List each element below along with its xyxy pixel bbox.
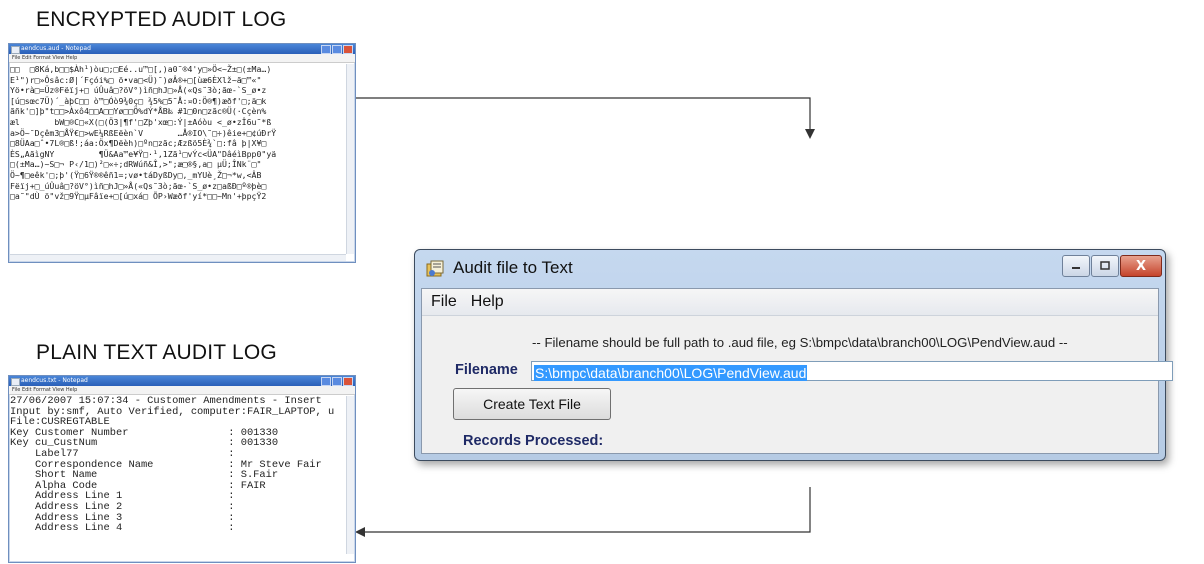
notepad-icon bbox=[11, 378, 20, 386]
text-line: Ö~¶□eêk'□;þ'(Ÿ□6Ÿ®®êñ1=;vø•táDyßDy□,_mYU… bbox=[10, 169, 262, 180]
text-line: Address Line 2 : bbox=[10, 500, 235, 513]
filename-input[interactable]: S:\bmpc\data\branch00\LOG\PendView.aud bbox=[531, 361, 1173, 381]
arrow-encrypted-to-dialog bbox=[354, 97, 811, 130]
arrow-head-left bbox=[355, 527, 365, 537]
notepad-icon bbox=[11, 46, 20, 54]
dialog-menubar: File Help bbox=[422, 289, 1158, 316]
minimize-icon[interactable] bbox=[321, 45, 331, 54]
encrypted-notepad-window: aendcus.aud - Notepad File Edit Format V… bbox=[8, 43, 356, 263]
minimize-icon bbox=[1072, 267, 1080, 269]
vertical-scrollbar[interactable] bbox=[346, 64, 354, 254]
text-line: □8ÜAa□ˆ•7L®□ß!;áa:Öx¶Dëèh)□ºn□zãc;Æzßö5È… bbox=[10, 138, 267, 149]
text-line: ÈS„AãìgNY ¶Ü&Aa™e¥Ÿ□·¹,1Zã¹□vÝc<ÜA"DâéìB… bbox=[10, 148, 277, 159]
arrow-head-down bbox=[805, 129, 815, 139]
notepad-title: aendcus.aud - Notepad bbox=[21, 45, 91, 52]
dialog-titlebar[interactable]: Audit file to Text X bbox=[415, 250, 1165, 288]
text-line: Yö•rà□=Üz®Fëïj+□ úÛuâ□?öV°)ìñ□hJ□»Å(«Qs˜… bbox=[10, 85, 267, 96]
text-line: ãñk'□]þ"t□□>Àxô4□□A□□Yø□□Ö%dÝ*ÅB‰ #1□0n□… bbox=[10, 106, 267, 117]
text-line: □□ □8Ká‚b□□$Àh¹)òu□;□Eé..u™□[‚)a0˜®4'y□»… bbox=[10, 64, 272, 74]
notepad-menubar[interactable]: File Edit Format View Help bbox=[9, 54, 355, 63]
text-line: Fëïj+□_úÛuâ□?öV°)ìñ□hJ□»Å(«Qs˜3ò;ãœ-`S_ø… bbox=[10, 180, 267, 191]
maximize-icon bbox=[1100, 261, 1110, 270]
text-line: Address Line 4 : bbox=[10, 522, 235, 535]
text-line: □a˜"dÙ ö"vž□9Ÿ□µFâïe+□[ú□xá□ ÕP›Wæðf'yí*… bbox=[10, 191, 267, 202]
text-line: Label77 : bbox=[10, 447, 235, 460]
text-line: a>Ö~¯Dçêm3□ÅŸ€□>wE¼RßEëèn`V …Å®IO\˜□÷)êi… bbox=[10, 127, 277, 138]
close-icon[interactable] bbox=[343, 377, 353, 386]
text-line: E¹")r□»Ôsâc:Ø|´Fçói%□ ö•va□<Ü)¯)øÂ®+□[ùæ… bbox=[10, 74, 262, 85]
arrow-dialog-to-plain bbox=[364, 487, 811, 533]
notepad-menubar[interactable]: File Edit Format View Help bbox=[9, 386, 355, 395]
audit-dialog-window: Audit file to Text X File Help -- Filena… bbox=[414, 249, 1173, 461]
close-icon: X bbox=[1135, 258, 1147, 274]
close-icon[interactable] bbox=[343, 45, 353, 54]
text-line: 27/06/2007 15:07:34 - Customer Amendment… bbox=[10, 396, 322, 407]
app-icon bbox=[426, 260, 444, 277]
records-processed-label: Records Processed: bbox=[463, 433, 604, 449]
encrypted-text-area[interactable]: □□ □8Ká‚b□□$Àh¹)òu□;□Eé..u™□[‚)a0˜®4'y□»… bbox=[10, 64, 346, 254]
notepad-titlebar: aendcus.aud - Notepad bbox=[9, 44, 355, 54]
maximize-button[interactable] bbox=[1091, 255, 1119, 277]
plain-text-area[interactable]: 27/06/2007 15:07:34 - Customer Amendment… bbox=[10, 396, 346, 554]
plain-notepad-window: aendcus.txt - Notepad File Edit Format V… bbox=[8, 375, 356, 563]
minimize-icon[interactable] bbox=[321, 377, 331, 386]
maximize-icon[interactable] bbox=[332, 45, 342, 54]
text-line: [ú□sœc7Ü)´_àþC□□ ò™□Óò9¾0ç□ ¾5%□5˜Å:¤O:Ö… bbox=[10, 95, 267, 106]
maximize-icon[interactable] bbox=[332, 377, 342, 386]
minimize-button[interactable] bbox=[1062, 255, 1090, 277]
notepad-title: aendcus.txt - Notepad bbox=[21, 377, 88, 384]
filename-hint: -- Filename should be full path to .aud … bbox=[532, 335, 1068, 350]
text-line: æl bW□®C□«X(□(Ö3|¶f'□Zþ'xœ□:Ý|±Aóòu <_ø•… bbox=[10, 116, 272, 127]
menu-file[interactable]: File bbox=[422, 293, 464, 311]
filename-label: Filename bbox=[455, 362, 518, 378]
horizontal-scrollbar[interactable] bbox=[10, 254, 346, 261]
create-text-file-button[interactable]: Create Text File bbox=[453, 388, 611, 420]
filename-input-value: S:\bmpc\data\branch00\LOG\PendView.aud bbox=[534, 365, 808, 381]
close-button[interactable]: X bbox=[1120, 255, 1162, 277]
notepad-titlebar: aendcus.txt - Notepad bbox=[9, 376, 355, 386]
menu-help[interactable]: Help bbox=[464, 293, 511, 311]
dialog-title: Audit file to Text bbox=[453, 258, 573, 277]
dialog-client-area: File Help -- Filename should be full pat… bbox=[421, 288, 1173, 454]
text-line: □(±Ma…)~S□¬ P‹/1□)²□«÷;dRWúñ&Î,>";æ□®§,a… bbox=[10, 159, 262, 170]
vertical-scrollbar[interactable] bbox=[346, 396, 354, 554]
